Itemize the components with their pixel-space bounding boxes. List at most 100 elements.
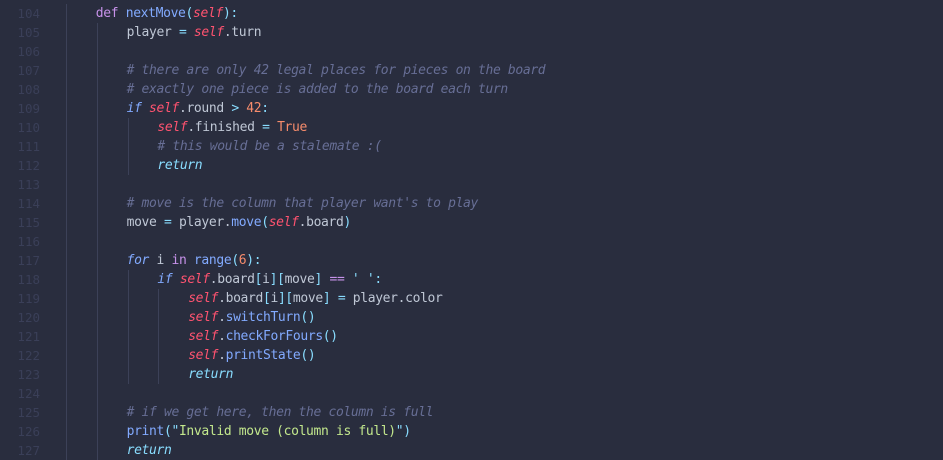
identifier-token: move <box>284 271 315 287</box>
code-text: # if we get here, then the column is ful… <box>127 403 434 422</box>
operator-token: ) <box>343 214 352 230</box>
code-line[interactable]: 118 if self.board[i][move] == ' ': <box>0 270 943 289</box>
code-text: player = self.turn <box>127 23 262 42</box>
code-text: self.printState() <box>188 346 316 365</box>
code-line[interactable]: 104 def nextMove(self): <box>0 4 943 23</box>
operator-token: > <box>231 100 239 116</box>
code-text: self.board[i][move] = player.color <box>188 289 443 308</box>
operator-token: () <box>300 347 316 363</box>
line-number: 111 <box>17 138 40 154</box>
indent-guide <box>158 288 160 384</box>
operator-token: ' ' <box>351 271 375 287</box>
keyword-token: def <box>95 5 119 21</box>
line-number: 115 <box>17 214 40 230</box>
code-line[interactable]: 122 self.printState() <box>0 346 943 365</box>
self-keyword-token: self <box>188 290 219 306</box>
operator-token: () <box>322 328 338 344</box>
string-literal-token: Invalid move (column is full) <box>178 423 396 439</box>
comment-token: # move is the column that player want's … <box>126 195 479 211</box>
code-text: return <box>157 156 202 175</box>
identifier-token: . <box>218 309 226 325</box>
return-keyword-token: return <box>188 366 234 382</box>
line-number: 124 <box>17 385 40 401</box>
code-line[interactable]: 114 # move is the column that player want… <box>0 194 943 213</box>
self-keyword-token: self <box>193 24 224 40</box>
line-number: 126 <box>17 423 40 439</box>
code-line[interactable]: 113 <box>0 175 943 194</box>
code-text: self.checkForFours() <box>188 327 338 346</box>
code-line[interactable]: 116 <box>0 232 943 251</box>
indent-guide <box>96 22 98 460</box>
line-number: 113 <box>17 176 40 192</box>
code-line[interactable]: 119 self.board[i][move] = player.color <box>0 289 943 308</box>
code-text: # this would be a stalemate :( <box>157 137 382 156</box>
indent-guide <box>127 269 129 384</box>
number-literal-token: True <box>277 119 307 135</box>
self-keyword-token: self <box>157 119 188 135</box>
identifier-token <box>118 6 125 21</box>
code-line[interactable]: 126 print("Invalid move (column is full)"… <box>0 422 943 441</box>
code-line[interactable]: 125 # if we get here, then the column is … <box>0 403 943 422</box>
code-line[interactable]: 111 # this would be a stalemate :( <box>0 137 943 156</box>
line-number: 106 <box>17 43 40 59</box>
code-text: if self.board[i][move] == ' ': <box>157 270 382 289</box>
identifier-token <box>186 253 193 268</box>
code-line[interactable]: 110 self.finished = True <box>0 118 943 137</box>
identifier-token <box>172 272 179 287</box>
operator-token: ") <box>395 423 411 439</box>
line-number: 125 <box>17 404 40 420</box>
operator-token: ][ <box>277 290 293 306</box>
identifier-token: .finished <box>187 119 263 135</box>
identifier-token: i <box>262 271 270 287</box>
code-line[interactable]: 117 for i in range(6): <box>0 251 943 270</box>
identifier-token: player.color <box>345 290 443 306</box>
line-number: 105 <box>17 24 40 40</box>
comment-token: # this would be a stalemate :( <box>157 138 382 154</box>
identifier-token: . <box>218 347 226 363</box>
comment-token: # if we get here, then the column is ful… <box>126 404 434 420</box>
function-name-token: print <box>126 423 165 439</box>
self-keyword-token: self <box>268 214 299 230</box>
code-line[interactable]: 107 # there are only 42 legal places for … <box>0 61 943 80</box>
line-number: 108 <box>17 81 40 97</box>
code-line[interactable]: 115 move = player.move(self.board) <box>0 213 943 232</box>
code-text: def nextMove(self): <box>96 4 238 23</box>
code-text: print("Invalid move (column is full)") <box>126 422 412 441</box>
function-name-token: nextMove <box>125 5 186 21</box>
identifier-token: player. <box>171 214 232 230</box>
identifier-token <box>186 25 193 40</box>
keyword-token: in <box>171 252 187 268</box>
keyword-token: == <box>329 271 345 287</box>
code-text: self.switchTurn() <box>188 308 316 327</box>
function-name-token: range <box>193 252 232 268</box>
line-number: 112 <box>17 157 40 173</box>
code-line[interactable]: 106 <box>0 42 943 61</box>
operator-token: ): <box>246 252 262 268</box>
code-line[interactable]: 123 return <box>0 365 943 384</box>
operator-token: = <box>262 119 270 135</box>
control-keyword-token: if <box>126 100 142 116</box>
code-line[interactable]: 124 <box>0 384 943 403</box>
code-editor[interactable]: 104 def nextMove(self): 105 player = self.t… <box>0 0 943 460</box>
control-keyword-token: for <box>126 252 150 268</box>
code-text: # exactly one piece is added to the boar… <box>127 80 509 99</box>
code-line[interactable]: 109 if self.round > 42: <box>0 99 943 118</box>
code-line[interactable]: 121 self.checkForFours() <box>0 327 943 346</box>
code-line[interactable]: 105 player = self.turn <box>0 23 943 42</box>
identifier-token <box>142 101 149 116</box>
line-number: 110 <box>17 119 40 135</box>
self-keyword-token: self <box>188 309 219 325</box>
code-line[interactable]: 120 self.switchTurn() <box>0 308 943 327</box>
code-line[interactable]: 127 return <box>0 441 943 460</box>
code-line[interactable]: 112 return <box>0 156 943 175</box>
line-number: 127 <box>17 442 40 458</box>
identifier-token: .turn <box>223 24 262 40</box>
identifier-token <box>330 291 337 306</box>
self-keyword-token: self <box>149 100 179 116</box>
identifier-token: player <box>126 24 179 40</box>
comment-token: # there are only 42 legal places for pie… <box>126 62 546 78</box>
line-number: 122 <box>17 347 40 363</box>
identifier-token: .board <box>218 290 263 306</box>
code-text: # there are only 42 legal places for pie… <box>127 61 546 80</box>
code-line[interactable]: 108 # exactly one piece is added to the b… <box>0 80 943 99</box>
